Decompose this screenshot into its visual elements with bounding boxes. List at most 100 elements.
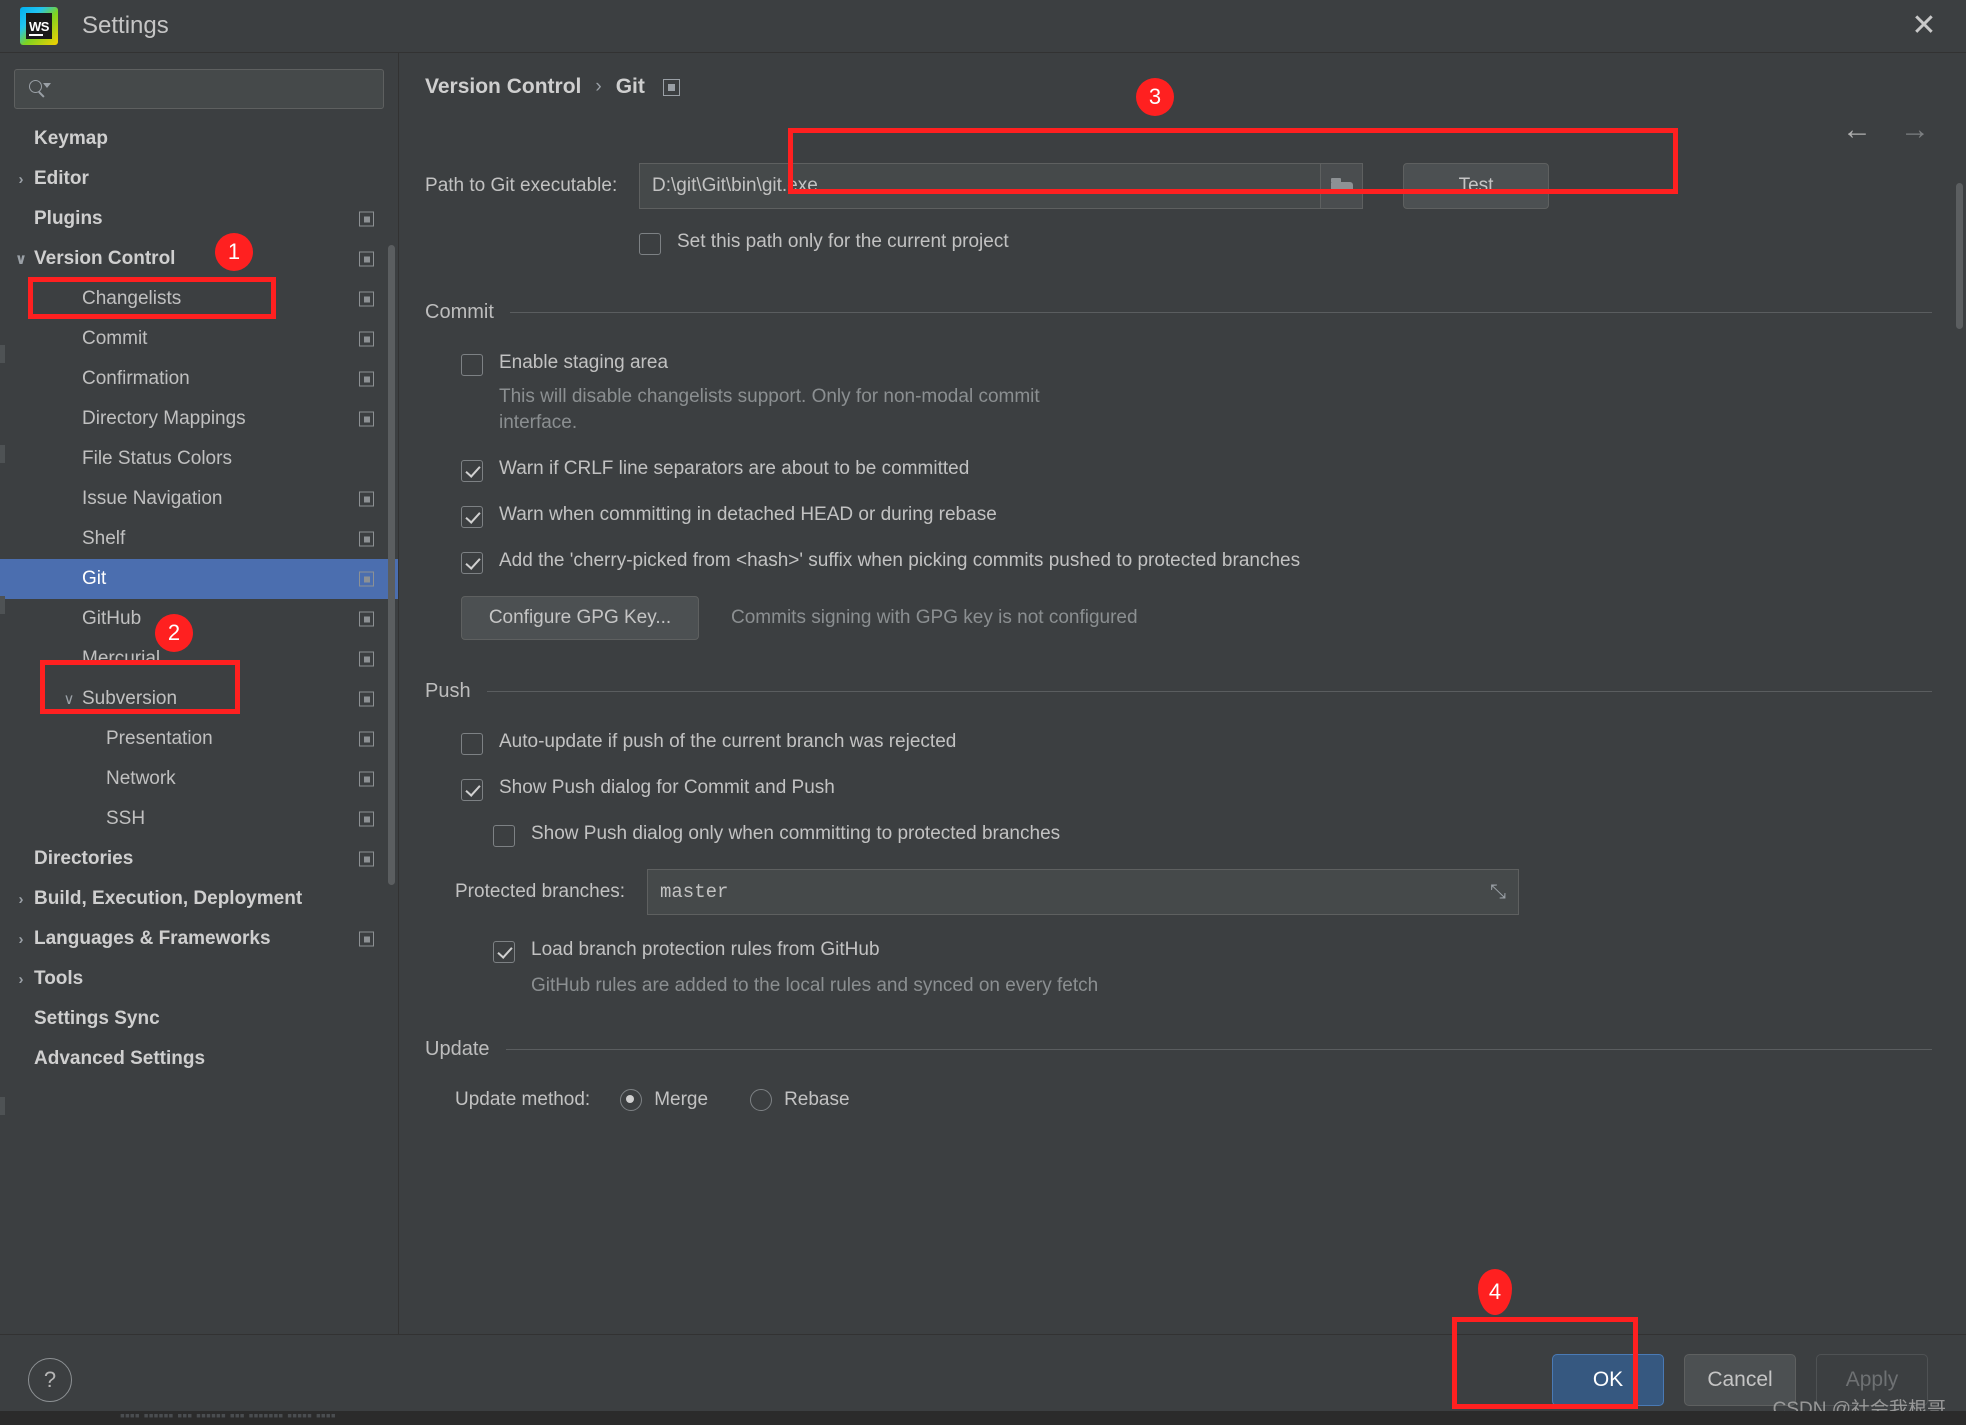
set-path-only-label: Set this path only for the current proje… — [677, 231, 1009, 252]
protected-branches-label: Protected branches: — [455, 881, 626, 903]
update-method-merge-radio[interactable] — [620, 1088, 643, 1111]
sidebar-edge-mark — [0, 445, 5, 463]
bottom-strip-ghost-text: ▪▪▪▪ ▪▪▪▪▪▪ ▪▪▪ ▪▪▪▪▪▪ ▪▪▪ ▪▪▪▪▪▪▪ ▪▪▪▪▪… — [120, 1411, 336, 1423]
forward-arrow-icon[interactable]: → — [1900, 115, 1930, 145]
sidebar-item-mercurial[interactable]: ›Mercurial — [0, 639, 398, 679]
webstorm-logo-bar — [29, 34, 43, 36]
show-push-dialog-protected-checkbox[interactable] — [493, 825, 515, 848]
main-scrollbar-thumb[interactable] — [1956, 183, 1963, 329]
breadcrumb-parent[interactable]: Version Control — [425, 75, 581, 99]
update-method-merge-label[interactable]: Merge — [654, 1089, 708, 1111]
sidebar-item-advanced-settings[interactable]: ›Advanced Settings — [0, 1039, 398, 1079]
section-divider — [486, 691, 1932, 693]
sidebar-item-label: Issue Navigation — [82, 488, 223, 509]
sidebar-item-label: Changelists — [82, 288, 182, 309]
test-button[interactable]: Test — [1403, 163, 1549, 209]
load-branch-rules-row[interactable]: Load branch protection rules from GitHub — [493, 939, 1966, 964]
sidebar-item-github[interactable]: ›GitHub — [0, 599, 398, 639]
search-icon — [29, 79, 51, 99]
show-push-dialog-row[interactable]: Show Push dialog for Commit and Push — [461, 777, 1966, 802]
sidebar-item-build-execution-deployment[interactable]: › Build, Execution, Deployment — [0, 879, 398, 919]
sidebar-scrollbar[interactable] — [386, 115, 396, 1328]
sidebar-item-settings-sync[interactable]: ›Settings Sync — [0, 999, 398, 1039]
load-branch-rules-checkbox[interactable] — [493, 941, 515, 964]
sidebar-item-changelists[interactable]: ›Changelists — [0, 279, 398, 319]
update-method-rebase-radio[interactable] — [750, 1088, 773, 1111]
enable-staging-area-row[interactable]: Enable staging area — [461, 352, 1966, 376]
ok-button[interactable]: OK — [1552, 1354, 1664, 1406]
sidebar-item-plugins[interactable]: ›Plugins — [0, 199, 398, 239]
search-input[interactable] — [14, 69, 384, 109]
annotation-badge-1: 1 — [215, 233, 253, 271]
config-badge-icon — [359, 851, 374, 867]
sidebar-item-commit[interactable]: ›Commit — [0, 319, 398, 359]
dialog-footer: ? OK Cancel Apply CSDN @社会我根哥 ▪▪▪▪ ▪▪▪▪▪… — [0, 1334, 1966, 1425]
sidebar-item-label: Plugins — [34, 208, 103, 229]
sidebar-item-ssh[interactable]: ›SSH — [0, 799, 398, 839]
settings-main-panel: Version Control › Git ← → Path to Git ex… — [399, 53, 1966, 1334]
auto-update-push-checkbox[interactable] — [461, 733, 483, 756]
breadcrumb-separator: › — [595, 76, 602, 97]
settings-sidebar: ›Keymap›Editor›Plugins∨Version Control›C… — [0, 53, 399, 1334]
sidebar-item-label: Languages & Frameworks — [34, 928, 271, 949]
sidebar-item-editor[interactable]: › Editor — [0, 159, 398, 199]
sidebar-item-network[interactable]: ›Network — [0, 759, 398, 799]
chevron-right-icon[interactable]: › — [8, 891, 34, 908]
sidebar-item-directories[interactable]: ›Directories — [0, 839, 398, 879]
show-push-dialog-protected-row[interactable]: Show Push dialog only when committing to… — [493, 823, 1966, 848]
update-section-title: Update — [425, 1037, 490, 1060]
sidebar-item-git[interactable]: ›Git — [0, 559, 398, 599]
chevron-down-icon[interactable]: ∨ — [8, 250, 34, 268]
help-button[interactable]: ? — [28, 1358, 72, 1402]
load-branch-rules-hint: GitHub rules are added to the local rule… — [531, 975, 1099, 997]
close-icon[interactable]: ✕ — [1904, 8, 1944, 44]
show-push-dialog-checkbox[interactable] — [461, 779, 483, 802]
warn-detached-head-label: Warn when committing in detached HEAD or… — [499, 504, 997, 526]
sidebar-item-label: Tools — [34, 968, 84, 989]
cherry-picked-suffix-checkbox[interactable] — [461, 552, 483, 575]
sidebar-item-confirmation[interactable]: ›Confirmation — [0, 359, 398, 399]
chevron-right-icon[interactable]: › — [8, 171, 34, 188]
set-path-only-current-project-row[interactable]: Set this path only for the current proje… — [639, 231, 1966, 255]
sidebar-item-file-status-colors[interactable]: ›File Status Colors — [0, 439, 398, 479]
warn-crlf-checkbox[interactable] — [461, 460, 483, 483]
configure-gpg-key-button[interactable]: Configure GPG Key... — [461, 596, 699, 641]
back-arrow-icon[interactable]: ← — [1842, 115, 1872, 145]
warn-detached-head-row[interactable]: Warn when committing in detached HEAD or… — [461, 504, 1966, 529]
git-executable-input[interactable]: D:\git\Git\bin\git.exe — [639, 163, 1321, 209]
warn-crlf-row[interactable]: Warn if CRLF line separators are about t… — [461, 458, 1966, 483]
breadcrumb: Version Control › Git — [399, 53, 1966, 99]
sidebar-item-label: File Status Colors — [82, 448, 232, 469]
sidebar-item-label: Network — [106, 768, 176, 789]
sidebar-item-keymap[interactable]: ›Keymap — [0, 119, 398, 159]
enable-staging-area-checkbox[interactable] — [461, 354, 483, 376]
browse-button[interactable] — [1321, 163, 1363, 209]
main-scrollbar[interactable] — [1955, 149, 1964, 1230]
sidebar-scrollbar-thumb[interactable] — [388, 245, 395, 885]
sidebar-item-label: GitHub — [82, 608, 142, 629]
sidebar-item-presentation[interactable]: ›Presentation — [0, 719, 398, 759]
sidebar-edge-mark — [0, 1097, 5, 1115]
sidebar-item-directory-mappings[interactable]: ›Directory Mappings — [0, 399, 398, 439]
auto-update-push-row[interactable]: Auto-update if push of the current branc… — [461, 731, 1966, 756]
sidebar-item-issue-navigation[interactable]: ›Issue Navigation — [0, 479, 398, 519]
sidebar-item-languages-frameworks[interactable]: › Languages & Frameworks — [0, 919, 398, 959]
set-path-only-checkbox[interactable] — [639, 233, 661, 255]
cherry-picked-suffix-row[interactable]: Add the 'cherry-picked from <hash>' suff… — [461, 550, 1966, 575]
config-badge-icon — [359, 411, 374, 427]
sidebar-item-tools[interactable]: › Tools — [0, 959, 398, 999]
sidebar-item-shelf[interactable]: ›Shelf — [0, 519, 398, 559]
sidebar-item-label: Build, Execution, Deployment — [34, 888, 303, 909]
warn-detached-head-checkbox[interactable] — [461, 506, 483, 529]
update-method-rebase-label[interactable]: Rebase — [784, 1089, 850, 1111]
expand-field-icon[interactable]: ⤡ — [1490, 881, 1506, 904]
sidebar-item-version-control[interactable]: ∨ Version Control — [0, 239, 398, 279]
window-title: Settings — [82, 12, 169, 39]
sidebar-item-subversion[interactable]: ∨ Subversion — [0, 679, 398, 719]
chevron-down-icon[interactable]: ∨ — [56, 690, 82, 708]
push-section-title: Push — [425, 680, 471, 703]
protected-branches-input[interactable]: master ⤡ — [647, 869, 1519, 916]
chevron-right-icon[interactable]: › — [8, 971, 34, 988]
protected-branches-row: Protected branches: master ⤡ — [455, 869, 1966, 916]
chevron-right-icon[interactable]: › — [8, 931, 34, 948]
